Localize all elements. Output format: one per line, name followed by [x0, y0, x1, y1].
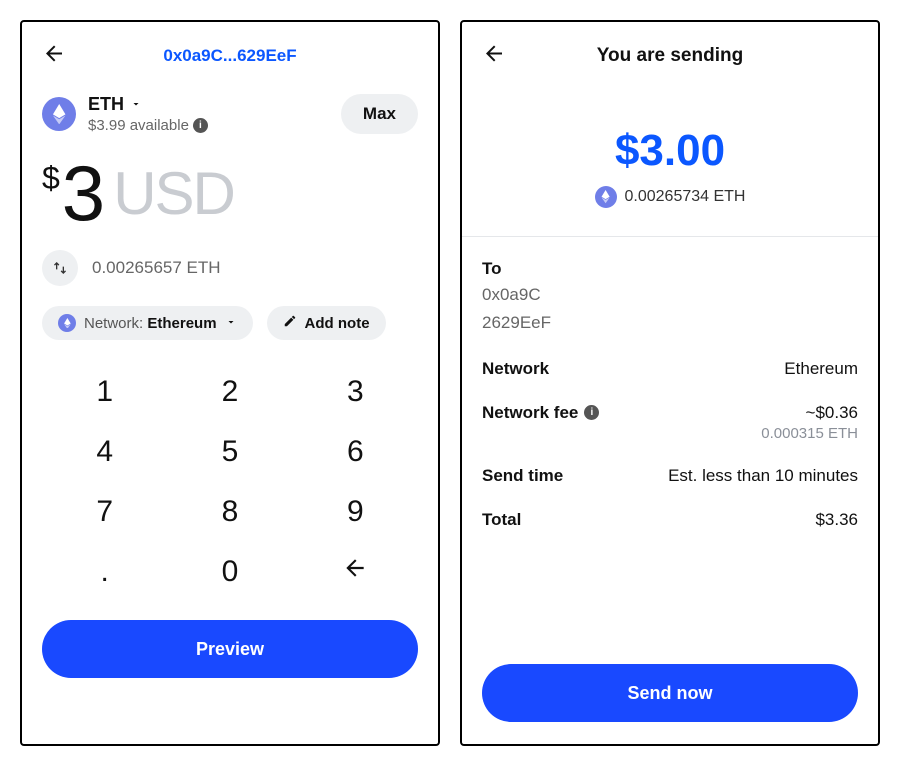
send-now-button[interactable]: Send now — [482, 664, 858, 722]
send-amount-usd: $3.00 — [482, 126, 858, 176]
amount-display: $ 3 USD — [42, 154, 418, 232]
network-label: Network — [482, 359, 549, 379]
swap-currency-button[interactable] — [42, 250, 78, 286]
swap-icon — [52, 260, 68, 276]
send-time-value: Est. less than 10 minutes — [668, 466, 858, 486]
info-icon[interactable]: i — [584, 405, 599, 420]
eth-icon — [42, 97, 76, 131]
info-icon[interactable]: i — [193, 118, 208, 133]
network-fee-row: Network fee i ~$0.36 0.000315 ETH — [482, 403, 858, 442]
key-backspace[interactable] — [293, 555, 418, 589]
preview-button[interactable]: Preview — [42, 620, 418, 678]
key-3[interactable]: 3 — [293, 375, 418, 409]
send-time-label: Send time — [482, 466, 563, 486]
network-fee-label: Network fee — [482, 403, 578, 423]
currency-symbol: $ — [42, 160, 60, 197]
to-row: To 0x0a9C 2629EeF — [482, 259, 858, 335]
topbar: 0x0a9C...629EeF — [42, 36, 418, 76]
send-amount-screen: 0x0a9C...629EeF ETH $3.99 available i Ma… — [20, 20, 440, 746]
to-label: To — [482, 259, 858, 279]
total-label: Total — [482, 510, 521, 530]
total-value: $3.36 — [815, 510, 858, 530]
arrow-left-icon — [482, 42, 506, 66]
to-address-line1: 0x0a9C — [482, 283, 858, 307]
arrow-left-icon — [42, 42, 66, 66]
currency-code: USD — [113, 159, 234, 228]
key-8[interactable]: 8 — [167, 495, 292, 529]
asset-symbol: ETH — [88, 94, 124, 115]
key-9[interactable]: 9 — [293, 495, 418, 529]
network-row: Network Ethereum — [482, 359, 858, 379]
page-title: You are sending — [597, 45, 743, 67]
total-row: Total $3.36 — [482, 510, 858, 530]
eth-icon — [58, 314, 76, 332]
network-name: Ethereum — [147, 315, 216, 332]
eth-icon — [595, 186, 617, 208]
divider — [462, 236, 878, 237]
asset-selector-row: ETH $3.99 available i Max — [42, 94, 418, 134]
network-prefix: Network: — [84, 315, 147, 332]
chevron-down-icon — [225, 315, 237, 332]
key-0[interactable]: 0 — [167, 555, 292, 589]
topbar: You are sending — [482, 36, 858, 76]
max-button[interactable]: Max — [341, 94, 418, 134]
recipient-address-link[interactable]: 0x0a9C...629EeF — [163, 46, 296, 66]
key-1[interactable]: 1 — [42, 375, 167, 409]
amount-value: 3 — [62, 154, 103, 232]
to-address-line2: 2629EeF — [482, 311, 858, 335]
send-amount-eth: 0.00265734 ETH — [625, 188, 746, 206]
key-dot[interactable]: . — [42, 555, 167, 589]
add-note-button[interactable]: Add note — [267, 306, 386, 340]
arrow-left-icon — [342, 555, 368, 581]
add-note-label: Add note — [305, 315, 370, 332]
back-button[interactable] — [482, 42, 506, 71]
numeric-keypad: 1 2 3 4 5 6 7 8 9 . 0 — [42, 362, 418, 602]
key-5[interactable]: 5 — [167, 435, 292, 469]
network-chip[interactable]: Network: Ethereum — [42, 306, 253, 340]
converted-amount: 0.00265657 ETH — [92, 258, 221, 278]
network-fee-eth: 0.000315 ETH — [761, 425, 858, 442]
chevron-down-icon — [130, 94, 142, 115]
asset-selector[interactable]: ETH — [88, 94, 341, 115]
send-time-row: Send time Est. less than 10 minutes — [482, 466, 858, 486]
key-6[interactable]: 6 — [293, 435, 418, 469]
send-confirm-screen: You are sending $3.00 0.00265734 ETH To … — [460, 20, 880, 746]
network-value: Ethereum — [784, 359, 858, 379]
available-balance: $3.99 available — [88, 117, 189, 134]
key-2[interactable]: 2 — [167, 375, 292, 409]
pencil-icon — [283, 314, 297, 332]
network-fee-usd: ~$0.36 — [761, 403, 858, 423]
key-7[interactable]: 7 — [42, 495, 167, 529]
back-button[interactable] — [42, 42, 66, 71]
key-4[interactable]: 4 — [42, 435, 167, 469]
